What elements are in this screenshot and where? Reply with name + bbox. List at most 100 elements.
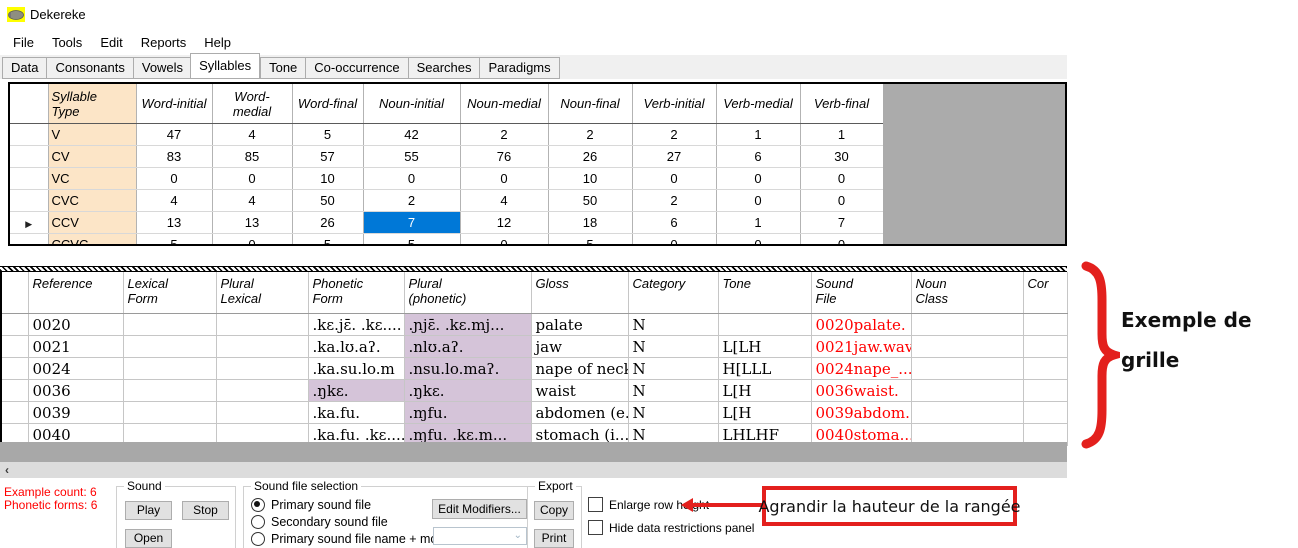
- grid-cell-category[interactable]: N: [628, 380, 718, 402]
- grid-cell-gloss[interactable]: nape of neck: [531, 358, 628, 380]
- count-cell[interactable]: 10: [548, 168, 632, 190]
- grid-row-marker-cell[interactable]: [2, 336, 28, 358]
- count-cell[interactable]: 2: [632, 190, 716, 212]
- grid-row-marker-cell[interactable]: [2, 402, 28, 424]
- syllable-type-cell[interactable]: CVC: [48, 190, 136, 212]
- grid-cell-lexical_form[interactable]: [123, 402, 216, 424]
- grid-row-marker-cell[interactable]: [2, 380, 28, 402]
- count-cell[interactable]: 2: [460, 124, 548, 146]
- grid-cell-phonetic_form[interactable]: .kɛ.jɛ̄. .kɛ....: [308, 314, 404, 336]
- grid-cell-phonetic_form[interactable]: .ka.lʊ.aʔ.: [308, 336, 404, 358]
- count-cell[interactable]: 0: [800, 190, 883, 212]
- edit-modifiers-button[interactable]: Edit Modifiers...: [432, 499, 527, 519]
- syllable-type-cell[interactable]: VC: [48, 168, 136, 190]
- count-cell[interactable]: 50: [292, 190, 363, 212]
- grid-cell-noun_class[interactable]: [911, 402, 1023, 424]
- grid-cell-comments[interactable]: [1023, 314, 1067, 336]
- grid-cell-sound_file[interactable]: 0036waist.: [811, 380, 911, 402]
- grid-cell-comments[interactable]: [1023, 336, 1067, 358]
- grid-cell-reference[interactable]: 0021: [28, 336, 123, 358]
- grid-cell-comments[interactable]: [1023, 380, 1067, 402]
- count-cell[interactable]: 5: [292, 234, 363, 247]
- radio-button-icon[interactable]: [251, 498, 265, 512]
- grid-cell-reference[interactable]: 0024: [28, 358, 123, 380]
- grid-cell-phonetic_form[interactable]: .ka.su.lo.m: [308, 358, 404, 380]
- count-cell[interactable]: 7: [800, 212, 883, 234]
- grid-cell-category[interactable]: N: [628, 402, 718, 424]
- menu-reports[interactable]: Reports: [132, 32, 196, 54]
- count-cell[interactable]: 27: [632, 146, 716, 168]
- grid-cell-noun_class[interactable]: [911, 336, 1023, 358]
- count-cell[interactable]: 0: [800, 168, 883, 190]
- checkbox-icon[interactable]: [588, 497, 603, 512]
- grid-cell-sound_file[interactable]: 0024nape_...: [811, 358, 911, 380]
- count-cell[interactable]: 4: [136, 190, 212, 212]
- grid-cell-plural_lexical[interactable]: [216, 336, 308, 358]
- grid-cell-tone[interactable]: H[LLL: [718, 358, 811, 380]
- count-cell[interactable]: 1: [800, 124, 883, 146]
- count-cell[interactable]: 0: [632, 168, 716, 190]
- row-marker-cell[interactable]: [10, 190, 48, 212]
- count-cell[interactable]: 5: [136, 234, 212, 247]
- grid-cell-lexical_form[interactable]: [123, 358, 216, 380]
- count-cell[interactable]: 10: [292, 168, 363, 190]
- checkbox-icon[interactable]: [588, 520, 603, 535]
- grid-cell-gloss[interactable]: abdomen (e...: [531, 402, 628, 424]
- grid-cell-reference[interactable]: 0036: [28, 380, 123, 402]
- syllable-type-cell[interactable]: CV: [48, 146, 136, 168]
- grid-cell-sound_file[interactable]: 0021jaw.wav: [811, 336, 911, 358]
- selected-cell[interactable]: 7: [363, 212, 460, 234]
- count-cell[interactable]: 83: [136, 146, 212, 168]
- grid-cell-category[interactable]: N: [628, 358, 718, 380]
- count-cell[interactable]: 55: [363, 146, 460, 168]
- count-cell[interactable]: 4: [212, 124, 292, 146]
- tab-data[interactable]: Data: [2, 57, 46, 79]
- grid-cell-gloss[interactable]: palate: [531, 314, 628, 336]
- count-cell[interactable]: 0: [460, 234, 548, 247]
- grid-cell-comments[interactable]: [1023, 402, 1067, 424]
- count-cell[interactable]: 4: [460, 190, 548, 212]
- grid-cell-tone[interactable]: L[LH: [718, 336, 811, 358]
- count-cell[interactable]: 42: [363, 124, 460, 146]
- count-cell[interactable]: 0: [136, 168, 212, 190]
- grid-cell-sound_file[interactable]: 0020palate.: [811, 314, 911, 336]
- row-marker-cell[interactable]: [10, 146, 48, 168]
- count-cell[interactable]: 5: [292, 124, 363, 146]
- tab-consonants[interactable]: Consonants: [46, 57, 132, 79]
- checkbox-option-hide-data-restrictions-panel[interactable]: Hide data restrictions panel: [588, 520, 754, 535]
- menu-edit[interactable]: Edit: [91, 32, 131, 54]
- count-cell[interactable]: 6: [632, 212, 716, 234]
- count-cell[interactable]: 2: [548, 124, 632, 146]
- count-cell[interactable]: 30: [800, 146, 883, 168]
- copy-button[interactable]: Copy: [534, 501, 574, 520]
- grid-cell-phonetic_form[interactable]: .ka.fu.: [308, 402, 404, 424]
- count-cell[interactable]: 0: [363, 168, 460, 190]
- grid-cell-plural_lexical[interactable]: [216, 358, 308, 380]
- count-cell[interactable]: 1: [716, 212, 800, 234]
- row-marker-cell[interactable]: [10, 168, 48, 190]
- grid-cell-category[interactable]: N: [628, 314, 718, 336]
- row-marker-cell[interactable]: [10, 124, 48, 146]
- scroll-left-arrow-icon[interactable]: ‹: [5, 462, 9, 478]
- menu-tools[interactable]: Tools: [43, 32, 91, 54]
- grid-cell-comments[interactable]: [1023, 358, 1067, 380]
- grid-cell-noun_class[interactable]: [911, 314, 1023, 336]
- count-cell[interactable]: 0: [800, 234, 883, 247]
- syllable-type-cell[interactable]: V: [48, 124, 136, 146]
- tab-vowels[interactable]: Vowels: [133, 57, 191, 79]
- grid-cell-plural_lexical[interactable]: [216, 314, 308, 336]
- grid-cell-noun_class[interactable]: [911, 358, 1023, 380]
- count-cell[interactable]: 0: [716, 168, 800, 190]
- row-marker-cell[interactable]: [10, 234, 48, 247]
- grid-cell-plural_lexical[interactable]: [216, 380, 308, 402]
- grid-cell-tone[interactable]: [718, 314, 811, 336]
- grid-cell-plural_phonetic[interactable]: .nlʊ.aʔ.: [404, 336, 531, 358]
- count-cell[interactable]: 0: [716, 190, 800, 212]
- syllable-type-cell[interactable]: CCV: [48, 212, 136, 234]
- modifier-combobox[interactable]: ⌄: [433, 527, 527, 545]
- menu-file[interactable]: File: [4, 32, 43, 54]
- radio-button-icon[interactable]: [251, 515, 265, 529]
- grid-cell-tone[interactable]: L[H: [718, 380, 811, 402]
- play-button[interactable]: Play: [125, 501, 172, 520]
- tab-syllables[interactable]: Syllables: [190, 53, 260, 79]
